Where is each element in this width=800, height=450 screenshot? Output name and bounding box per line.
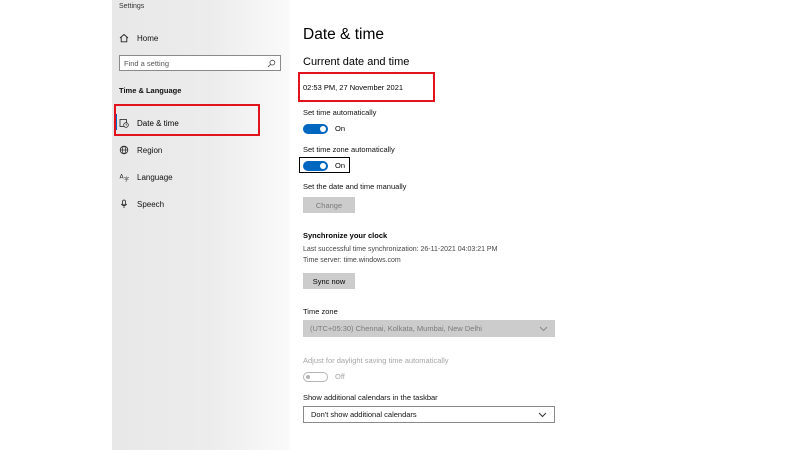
highlight-annotation <box>298 72 435 102</box>
sidebar-item-region[interactable]: Region <box>119 143 162 157</box>
dst-label: Adjust for daylight saving time automati… <box>303 356 449 365</box>
search-input[interactable]: Find a setting <box>119 55 281 71</box>
toggle-state: Off <box>335 372 345 381</box>
timezone-value: (UTC+05:30) Chennai, Kolkata, Mumbai, Ne… <box>310 324 482 333</box>
auto-zone-toggle[interactable]: On <box>303 160 345 171</box>
calendars-value: Don't show additional calendars <box>311 410 417 419</box>
change-button[interactable]: Change <box>303 197 355 213</box>
sidebar-item-language[interactable]: A 字 Language <box>119 170 173 184</box>
toggle-state: On <box>335 161 346 170</box>
sidebar-section-title: Time & Language <box>119 86 182 95</box>
highlight-annotation <box>114 104 260 136</box>
timezone-select[interactable]: (UTC+05:30) Chennai, Kolkata, Mumbai, Ne… <box>303 320 555 337</box>
sidebar-item-speech[interactable]: Speech <box>119 197 164 211</box>
search-placeholder: Find a setting <box>124 58 170 68</box>
auto-time-label: Set time automatically <box>303 108 377 117</box>
sidebar-home[interactable]: Home <box>119 31 158 45</box>
sidebar-item-label: Region <box>137 145 163 155</box>
timezone-label: Time zone <box>303 307 338 316</box>
sidebar-item-label: Language <box>137 172 173 182</box>
home-icon <box>119 33 129 43</box>
calendars-select[interactable]: Don't show additional calendars <box>303 406 555 423</box>
page-title: Date & time <box>303 26 384 43</box>
current-date-heading: Current date and time <box>303 56 410 68</box>
svg-text:字: 字 <box>124 176 129 182</box>
auto-zone-label: Set time zone automatically <box>303 145 395 154</box>
sync-now-button[interactable]: Sync now <box>303 273 355 289</box>
sidebar-home-label: Home <box>137 33 159 43</box>
toggle-switch[interactable] <box>303 160 328 171</box>
microphone-icon <box>120 199 128 208</box>
globe-icon <box>119 145 129 155</box>
sidebar-item-label: Speech <box>137 199 165 209</box>
chevron-down-icon <box>538 412 547 417</box>
calendars-label: Show additional calendars in the taskbar <box>303 393 438 402</box>
toggle-switch[interactable] <box>303 123 328 134</box>
language-icon: A 字 <box>120 174 130 183</box>
toggle-switch[interactable] <box>303 371 328 382</box>
search-icon <box>267 59 276 67</box>
window-title: Settings <box>119 3 145 10</box>
chevron-down-icon <box>539 326 548 331</box>
last-sync-text: Last successful time synchronization: 26… <box>303 246 498 253</box>
sync-heading: Synchronize your clock <box>303 231 388 240</box>
dst-toggle[interactable]: Off <box>303 371 345 382</box>
auto-time-toggle[interactable]: On <box>303 123 345 134</box>
toggle-state: On <box>335 124 346 133</box>
time-server-text: Time server: time.windows.com <box>303 257 401 264</box>
manual-time-label: Set the date and time manually <box>303 182 407 191</box>
